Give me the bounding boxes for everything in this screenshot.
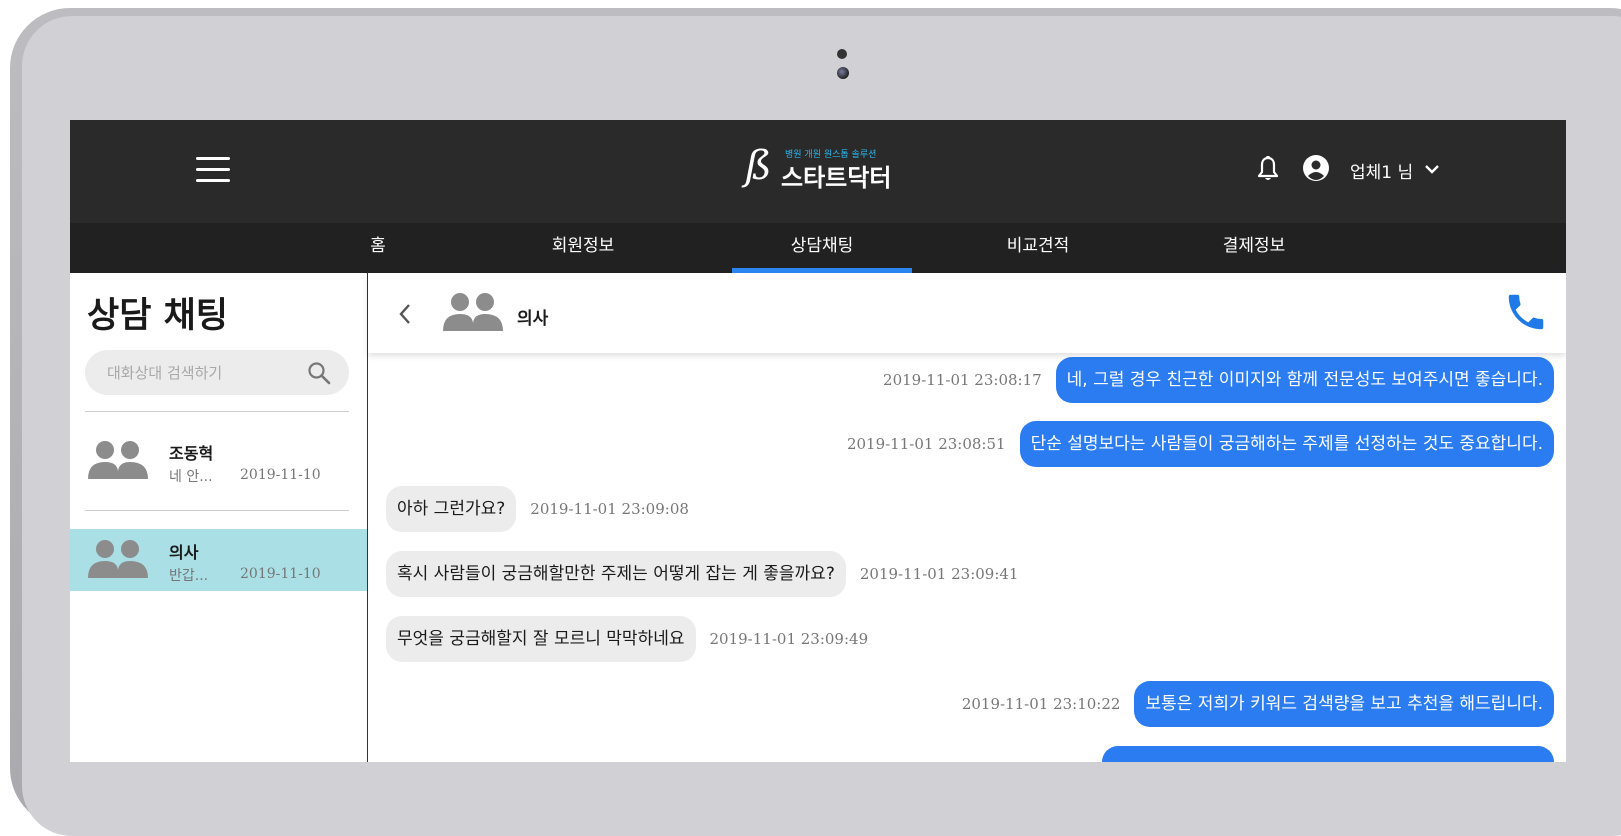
nav-item-quotes[interactable]: 비교견적	[948, 223, 1128, 273]
camera-sensor	[837, 49, 847, 59]
message-row-outgoing: 단순 설명보다는 사람들이 궁금해하는 주제를 선정하는 것도 중요합니다. 2…	[833, 421, 1554, 467]
message-row-incoming: 무엇을 궁금해할지 잘 모르니 막막하네요 2019-11-01 23:09:4…	[386, 616, 882, 662]
message-bubble-outgoing[interactable]: 보통은 저희가 키워드 검색량을 보고 추천을 해드립니다.	[1134, 681, 1554, 727]
chat-header: 의사	[368, 273, 1566, 353]
nav-item-home[interactable]: 홈	[288, 223, 468, 273]
message-timestamp: 2019-11-01 23:09:41	[859, 565, 1019, 583]
menu-icon[interactable]	[196, 157, 230, 183]
message-bubble-outgoing[interactable]: 네, 그럴 경우 친근한 이미지와 함께 전문성도 보여주시면 좋습니다.	[1055, 357, 1554, 403]
conversation-name: 조동혁	[169, 444, 214, 463]
chevron-down-icon[interactable]	[1424, 160, 1440, 179]
sidebar-title: 상담 채팅	[87, 296, 228, 336]
message-bubble-incoming[interactable]: 혹시 사람들이 궁금해할만한 주제는 어떻게 잡는 게 좋을까요?	[386, 551, 846, 597]
conversation-date: 2019-11-10	[240, 467, 321, 483]
app-screen: ß 병원 개원 원스톱 솔루션 스타트닥터 업체1 님 홈 회원정보 상담채팅 …	[70, 120, 1566, 762]
message-row-outgoing-partial	[1094, 746, 1554, 762]
group-avatar-icon	[443, 293, 503, 337]
message-bubble-incoming[interactable]: 무엇을 궁금해할지 잘 모르니 막막하네요	[386, 616, 696, 662]
message-bubble-incoming[interactable]: 아하 그런가요?	[386, 486, 517, 532]
message-bubble-outgoing[interactable]: 단순 설명보다는 사람들이 궁금해하는 주제를 선정하는 것도 중요합니다.	[1019, 421, 1554, 467]
search-input[interactable]	[105, 361, 299, 385]
conversation-preview: 반갑...	[169, 568, 209, 584]
chat-contact-name: 의사	[517, 309, 549, 329]
message-timestamp: 2019-11-01 23:09:49	[709, 630, 869, 648]
main-nav: 홈 회원정보 상담채팅 비교견적 결제정보	[70, 223, 1566, 273]
message-timestamp: 2019-11-01 23:08:51	[846, 435, 1006, 453]
conversation-item[interactable]: 조동혁 네 안... 2019-11-10	[70, 430, 367, 492]
camera-lens	[837, 67, 849, 79]
conversation-sidebar: 상담 채팅 조동혁 네 안... 2019-11-10 의사 반갑... 201…	[70, 273, 368, 762]
search-icon[interactable]	[307, 361, 331, 389]
user-circle-icon[interactable]	[1303, 155, 1329, 185]
message-row-outgoing: 네, 그럴 경우 친근한 이미지와 함께 전문성도 보여주시면 좋습니다. 20…	[869, 357, 1554, 403]
message-bubble-outgoing-partial[interactable]	[1102, 746, 1554, 762]
phone-icon[interactable]	[1503, 289, 1549, 339]
conversation-item-active[interactable]: 의사 반갑... 2019-11-10	[70, 529, 367, 591]
message-timestamp: 2019-11-01 23:08:17	[883, 371, 1042, 389]
message-timestamp: 2019-11-01 23:10:22	[961, 695, 1121, 713]
back-arrow-icon[interactable]	[398, 303, 412, 329]
conversation-date: 2019-11-10	[240, 566, 321, 582]
conversation-name: 의사	[169, 543, 199, 562]
search-box	[85, 350, 349, 395]
divider	[85, 510, 349, 511]
message-timestamp: 2019-11-01 23:09:08	[530, 500, 689, 518]
logo-mark: ß	[745, 143, 772, 189]
group-avatar-icon	[88, 441, 148, 485]
nav-item-chat[interactable]: 상담채팅	[732, 223, 912, 273]
user-name[interactable]: 업체1 님	[1350, 158, 1413, 183]
nav-item-payment[interactable]: 결제정보	[1164, 223, 1344, 273]
bell-icon[interactable]	[1257, 156, 1279, 186]
group-avatar-icon	[88, 540, 148, 584]
nav-item-member-info[interactable]: 회원정보	[493, 223, 673, 273]
message-row-outgoing: 보통은 저희가 키워드 검색량을 보고 추천을 해드립니다. 2019-11-0…	[948, 681, 1554, 727]
logo-name: 스타트닥터	[781, 164, 892, 192]
divider	[85, 411, 349, 412]
conversation-preview: 네 안...	[169, 469, 213, 485]
top-bar: ß 병원 개원 원스톱 솔루션 스타트닥터 업체1 님	[70, 120, 1566, 223]
message-row-incoming: 아하 그런가요? 2019-11-01 23:09:08	[386, 486, 703, 532]
message-row-incoming: 혹시 사람들이 궁금해할만한 주제는 어떻게 잡는 게 좋을까요? 2019-1…	[386, 551, 1032, 597]
chat-panel: 의사 네, 그럴 경우 친근한 이미지와 함께 전문성도 보여주시면 좋습니다.…	[368, 273, 1566, 762]
